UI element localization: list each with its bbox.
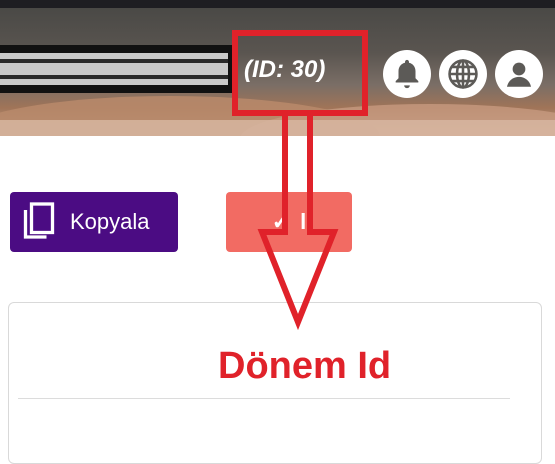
copy-button[interactable]: Kopyala <box>10 192 178 252</box>
top-edge <box>0 0 555 8</box>
globe-icon[interactable] <box>439 50 487 98</box>
period-id-label: (ID: 30) <box>244 56 326 83</box>
user-icon[interactable] <box>495 50 543 98</box>
approve-button[interactable]: ✓ l <box>226 192 352 252</box>
copy-button-label: Kopyala <box>70 209 150 234</box>
progress-track <box>0 53 228 85</box>
copy-icon <box>16 199 62 245</box>
check-icon: ✓ <box>271 209 291 234</box>
annotation-label: Dönem Id <box>218 345 392 387</box>
approve-button-label: l <box>300 209 307 234</box>
card-divider <box>18 398 510 399</box>
progress-bar <box>0 45 236 93</box>
banner-dune <box>0 120 555 136</box>
header-icons <box>383 50 543 98</box>
bell-icon[interactable] <box>383 50 431 98</box>
